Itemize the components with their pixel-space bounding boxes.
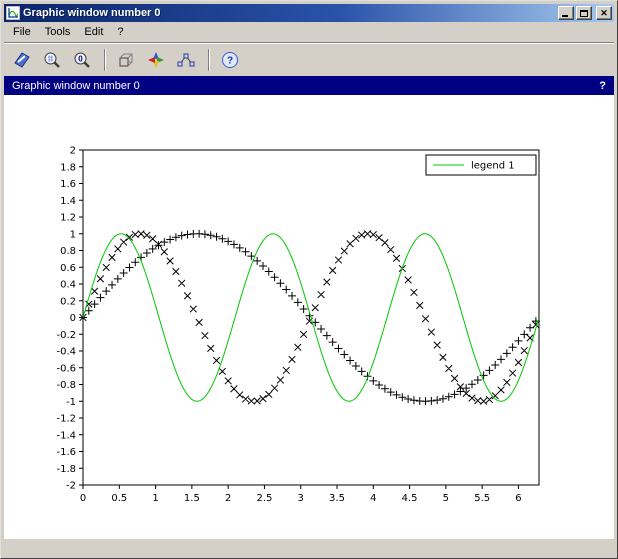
y-tick-label: -0.2 <box>56 330 76 341</box>
y-tick-label: -2 <box>66 481 76 492</box>
x-tick-label: 2.5 <box>256 493 272 504</box>
y-axis-ticks: 2 1.8 1.6 1.4 1.2 1 0.8 0.6 0.4 0.2 0 -0.2 -0.4 -0.6 -… <box>56 146 83 492</box>
help-button[interactable]: ? <box>216 47 244 73</box>
toolbar: 0 <box>4 42 614 76</box>
x-tick-label: 1 <box>152 493 158 504</box>
x-tick-label: 3.5 <box>329 493 345 504</box>
x-tick-label: 1.5 <box>184 493 200 504</box>
rotate-3d-icon <box>116 50 136 70</box>
y-tick-label: -0.8 <box>56 380 76 391</box>
zoom-area-button[interactable] <box>38 47 66 73</box>
y-tick-label: -0.6 <box>56 363 76 374</box>
x-axis-ticks: 0 0.5 1 1.5 2 2.5 3 3.5 4 4.5 5 5.5 6 <box>80 485 522 504</box>
y-tick-label: 0.8 <box>60 246 76 257</box>
y-tick-label: -0.4 <box>56 347 76 358</box>
maximize-icon <box>580 10 588 17</box>
titlebar[interactable]: Graphic window number 0 ✕ <box>4 4 614 22</box>
svg-text:0: 0 <box>78 54 83 63</box>
y-tick-label: 1 <box>70 229 76 240</box>
svg-text:?: ? <box>227 55 233 66</box>
statusbar <box>4 538 614 555</box>
y-tick-label: -1.2 <box>56 414 76 425</box>
toolbar-separator <box>208 49 210 71</box>
datatips-icon <box>176 50 196 70</box>
window-title: Graphic window number 0 <box>23 7 558 19</box>
y-tick-label: 0.2 <box>60 296 76 307</box>
rotate-3d-button[interactable] <box>112 47 140 73</box>
y-tick-label: 1.8 <box>60 162 76 173</box>
minimize-button[interactable] <box>558 6 574 20</box>
x-tick-label: 6 <box>515 493 521 504</box>
y-tick-label: -1 <box>66 397 76 408</box>
datatips-button[interactable] <box>172 47 200 73</box>
ged-pinwheel-icon <box>146 50 166 70</box>
zoom-area-icon <box>42 50 62 70</box>
y-tick-label: 0.4 <box>60 280 76 291</box>
y-tick-label: -1.4 <box>56 430 76 441</box>
plot-svg[interactable]: 00.511.522.533.544.555.5621.81.61.41.210… <box>4 95 614 538</box>
toolbar-separator <box>104 49 106 71</box>
series-sin(3x) <box>83 234 539 402</box>
x-tick-label: 4.5 <box>402 493 418 504</box>
original-view-button[interactable]: 0 <box>68 47 96 73</box>
infobar-help-icon[interactable]: ? <box>599 80 606 92</box>
menu-edit[interactable]: Edit <box>77 23 110 41</box>
legend: legend 1 <box>426 155 536 175</box>
x-tick-label: 4 <box>370 493 376 504</box>
menu-file[interactable]: File <box>6 23 38 41</box>
maximize-button[interactable] <box>576 6 592 20</box>
export-icon <box>12 50 32 70</box>
y-tick-label: 2 <box>70 146 76 157</box>
x-tick-label: 0.5 <box>111 493 127 504</box>
legend-label: legend 1 <box>471 161 515 172</box>
plot-canvas[interactable]: 00.511.522.533.544.555.5621.81.61.41.210… <box>4 95 614 538</box>
original-view-icon: 0 <box>72 50 92 70</box>
series-sin(x) <box>79 230 540 405</box>
menu-tools[interactable]: Tools <box>38 23 78 41</box>
y-tick-label: -1.8 <box>56 464 76 475</box>
y-tick-label: 1.4 <box>60 196 76 207</box>
x-tick-label: 5.5 <box>474 493 490 504</box>
help-icon: ? <box>220 50 240 70</box>
y-tick-label: 1.6 <box>60 179 76 190</box>
export-button[interactable] <box>8 47 36 73</box>
close-button[interactable]: ✕ <box>596 6 612 20</box>
x-tick-label: 3 <box>298 493 304 504</box>
y-tick-label: 1.2 <box>60 213 76 224</box>
x-tick-label: 0 <box>80 493 86 504</box>
figure-infobar: Graphic window number 0 ? <box>4 76 614 95</box>
y-tick-label: -1.6 <box>56 447 76 458</box>
x-tick-label: 5 <box>443 493 449 504</box>
minimize-icon <box>562 15 568 17</box>
y-tick-label: 0 <box>70 313 76 324</box>
x-tick-label: 2 <box>225 493 231 504</box>
close-icon: ✕ <box>600 9 608 18</box>
y-tick-label: 0.6 <box>60 263 76 274</box>
graphic-window: Graphic window number 0 ✕ File Tools Edi… <box>0 0 618 559</box>
figure-icon <box>6 6 20 20</box>
menubar: File Tools Edit ? <box>4 22 614 42</box>
ged-editor-button[interactable] <box>142 47 170 73</box>
figure-infobar-title: Graphic window number 0 <box>12 80 599 92</box>
menu-help[interactable]: ? <box>110 23 130 41</box>
